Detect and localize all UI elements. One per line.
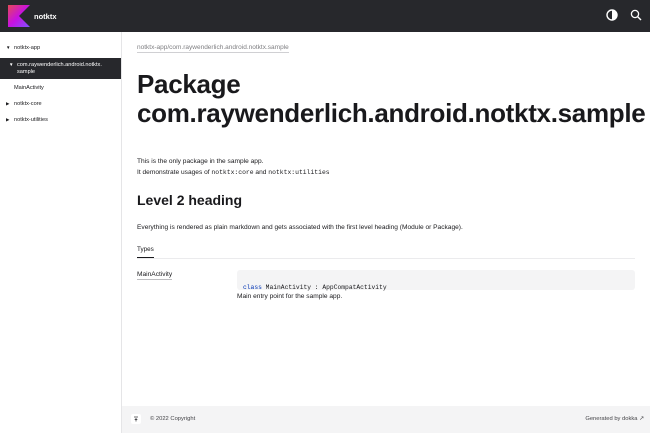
page-title: Package com.raywenderlich.android.notktx… <box>137 69 646 128</box>
intro-usage-paragraph: It demonstrate usages of notktx:core and… <box>137 168 330 179</box>
chevron-right-icon[interactable]: ▶ <box>6 116 14 124</box>
sidebar-item-label: com.raywenderlich.android.notktx. sample <box>17 62 102 75</box>
tabs-divider <box>137 258 635 259</box>
generated-by-dokka-link[interactable]: Generated by dokka ↗ <box>585 416 644 422</box>
signature-text[interactable]: MainActivity : AppCompatActivity <box>262 284 387 291</box>
intro-usage-prefix: It demonstrate usages of <box>137 169 212 176</box>
footer: © 2022 Copyright Generated by dokka ↗ <box>122 406 650 433</box>
top-bar: notktx <box>0 0 650 32</box>
app-name[interactable]: notktx <box>34 12 57 21</box>
type-description: Main entry point for the sample app. <box>237 293 343 300</box>
sidebar-item-mainactivity[interactable]: MainActivity <box>0 81 121 95</box>
chevron-right-icon[interactable]: ▶ <box>6 100 14 108</box>
sidebar-navigation: ▼ notktx-app ▼ com.raywenderlich.android… <box>0 32 122 433</box>
signature-keyword: class <box>243 284 262 291</box>
sidebar-item-label: notktx-core <box>14 100 42 107</box>
sidebar-item-notktx-core[interactable]: ▶ notktx-core <box>0 97 121 111</box>
description-paragraph: Everything is rendered as plain markdown… <box>137 224 463 231</box>
signature-box: class MainActivity : AppCompatActivity <box>237 270 635 291</box>
sidebar-item-package-sample[interactable]: ▼ com.raywenderlich.android.notktx. samp… <box>0 58 121 79</box>
intro-paragraph: This is the only package in the sample a… <box>137 158 264 165</box>
sidebar-item-label: notktx-app <box>14 45 41 51</box>
sidebar-item-label: MainActivity <box>14 85 44 91</box>
level-2-heading: Level 2 heading <box>137 192 243 208</box>
theme-toggle-icon[interactable] <box>606 9 618 21</box>
go-to-top-button[interactable] <box>131 414 141 424</box>
main-content: notktx-app/com.raywenderlich.android.not… <box>122 32 650 406</box>
breadcrumb[interactable]: notktx-app/com.raywenderlich.android.not… <box>137 44 289 53</box>
sidebar-item-notktx-utilities[interactable]: ▶ notktx-utilities <box>0 113 121 127</box>
inline-code-utilities: notktx:utilities <box>268 169 330 176</box>
sidebar-item-notktx-app[interactable]: ▼ notktx-app <box>0 41 121 56</box>
copyright-text: © 2022 Copyright <box>150 416 196 422</box>
kotlin-logo-icon[interactable] <box>8 5 30 27</box>
inline-code-core: notktx:core <box>211 169 254 176</box>
type-link-mainactivity[interactable]: MainActivity <box>137 271 173 280</box>
top-icons <box>606 9 642 21</box>
intro-usage-mid: and <box>253 169 269 176</box>
search-icon[interactable] <box>630 9 642 21</box>
tab-types[interactable]: Types <box>137 246 154 258</box>
chevron-down-icon[interactable]: ▼ <box>6 44 14 52</box>
sidebar-item-label: notktx-utilities <box>14 116 48 123</box>
chevron-down-icon[interactable]: ▼ <box>9 61 17 69</box>
arrow-up-icon <box>134 416 138 422</box>
